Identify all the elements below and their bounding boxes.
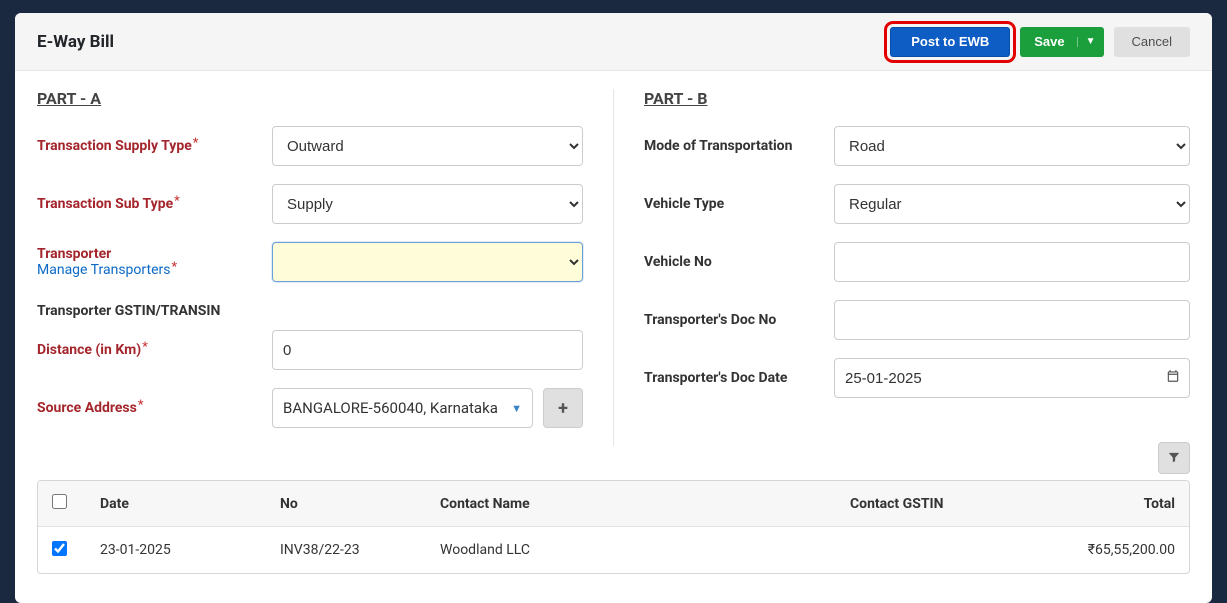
table-row[interactable]: 23-01-2025 INV38/22-23 Woodland LLC ₹65,… bbox=[38, 527, 1189, 573]
add-address-button[interactable]: + bbox=[543, 388, 583, 428]
distance-label: Distance (in Km)* bbox=[37, 342, 272, 358]
column-header-date: Date bbox=[100, 496, 280, 512]
source-address-select[interactable]: BANGALORE-560040, Karnataka ▼ bbox=[272, 388, 533, 428]
calendar-icon[interactable] bbox=[1166, 369, 1180, 387]
modal-header: E-Way Bill Post to EWB Save ▼ Cancel bbox=[15, 13, 1212, 71]
column-header-no: No bbox=[280, 496, 440, 512]
cell-date: 23-01-2025 bbox=[100, 542, 280, 558]
select-all-checkbox[interactable] bbox=[52, 494, 67, 509]
column-header-total: Total bbox=[1045, 496, 1175, 512]
distance-input[interactable] bbox=[272, 330, 583, 370]
invoice-table: Date No Contact Name Contact GSTIN Total… bbox=[37, 480, 1190, 574]
transaction-sub-type-label: Transaction Sub Type* bbox=[37, 196, 272, 212]
transporter-select[interactable] bbox=[272, 242, 583, 282]
modal-title: E-Way Bill bbox=[37, 32, 880, 52]
transporter-label: Transporter Manage Transporters* bbox=[37, 246, 272, 278]
cell-contact-name: Woodland LLC bbox=[440, 542, 850, 558]
transaction-sub-type-select[interactable]: Supply bbox=[272, 184, 583, 224]
plus-icon: + bbox=[558, 398, 568, 419]
transporter-doc-no-input[interactable] bbox=[834, 300, 1190, 340]
column-header-contact-name: Contact Name bbox=[440, 496, 850, 512]
vehicle-type-label: Vehicle Type bbox=[644, 196, 834, 212]
manage-transporters-link[interactable]: Manage Transporters bbox=[37, 262, 170, 278]
filter-button[interactable] bbox=[1158, 442, 1190, 474]
cell-total: ₹65,55,200.00 bbox=[1045, 542, 1175, 558]
transporter-doc-date-input[interactable] bbox=[834, 358, 1190, 398]
part-a-heading: PART - A bbox=[37, 89, 583, 108]
chevron-down-icon: ▼ bbox=[511, 402, 522, 415]
filter-icon bbox=[1167, 449, 1181, 468]
transaction-supply-type-label: Transaction Supply Type* bbox=[37, 138, 272, 154]
part-a-section: PART - A Transaction Supply Type* Outwar… bbox=[37, 89, 614, 446]
cell-no: INV38/22-23 bbox=[280, 542, 440, 558]
post-to-ewb-button[interactable]: Post to EWB bbox=[890, 27, 1010, 57]
transporter-gstin-label: Transporter GSTIN/TRANSIN bbox=[37, 303, 272, 319]
cancel-button[interactable]: Cancel bbox=[1114, 27, 1190, 57]
vehicle-no-label: Vehicle No bbox=[644, 254, 834, 270]
part-b-section: PART - B Mode of Transportation Road Veh… bbox=[614, 89, 1190, 446]
save-button-label: Save bbox=[1034, 34, 1064, 49]
eway-bill-modal: E-Way Bill Post to EWB Save ▼ Cancel PAR… bbox=[15, 13, 1212, 603]
table-header-row: Date No Contact Name Contact GSTIN Total bbox=[38, 481, 1189, 527]
part-b-heading: PART - B bbox=[644, 89, 1190, 108]
column-header-contact-gstin: Contact GSTIN bbox=[850, 496, 1045, 512]
vehicle-type-select[interactable]: Regular bbox=[834, 184, 1190, 224]
save-button[interactable]: Save ▼ bbox=[1020, 27, 1103, 57]
vehicle-no-input[interactable] bbox=[834, 242, 1190, 282]
mode-of-transportation-select[interactable]: Road bbox=[834, 126, 1190, 166]
chevron-down-icon[interactable]: ▼ bbox=[1077, 37, 1096, 47]
transporter-doc-date-label: Transporter's Doc Date bbox=[644, 370, 834, 386]
transaction-supply-type-select[interactable]: Outward bbox=[272, 126, 583, 166]
source-address-label: Source Address* bbox=[37, 400, 272, 416]
transporter-doc-no-label: Transporter's Doc No bbox=[644, 312, 834, 328]
modal-body: PART - A Transaction Supply Type* Outwar… bbox=[15, 71, 1212, 603]
mode-of-transportation-label: Mode of Transportation bbox=[644, 138, 834, 154]
row-checkbox[interactable] bbox=[52, 541, 67, 556]
